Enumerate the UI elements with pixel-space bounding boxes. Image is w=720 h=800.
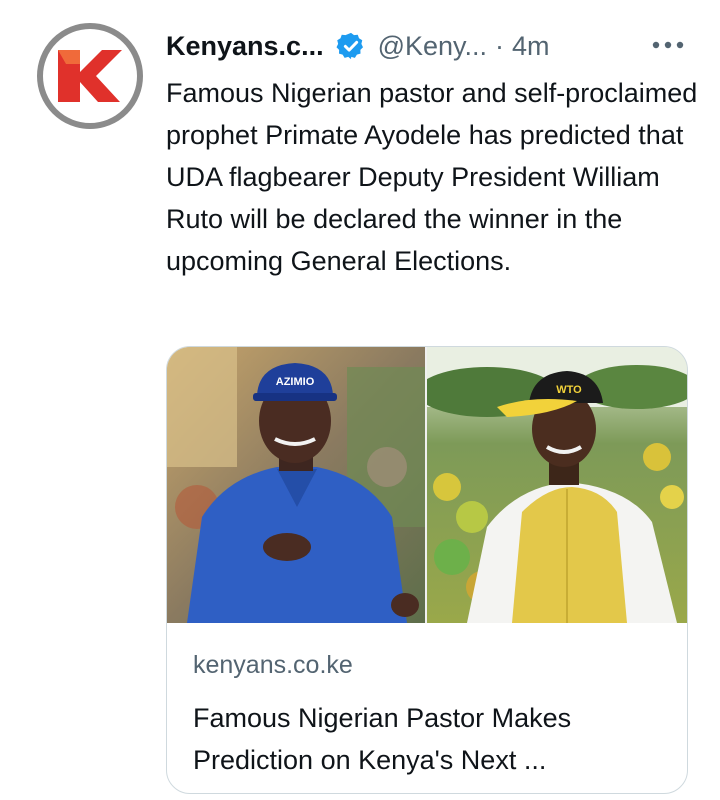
author-name[interactable]: Kenyans.c...	[166, 31, 324, 62]
kenyans-logo-icon	[37, 23, 143, 129]
right-photo: WTO	[427, 347, 687, 623]
verified-badge-icon	[336, 32, 363, 60]
link-preview-card[interactable]: AZIMIO WTO kenyans.co.ke Famous Nigerian…	[166, 346, 688, 794]
author-handle[interactable]: @Keny...	[378, 31, 487, 62]
card-image: AZIMIO WTO	[167, 347, 687, 623]
more-options-icon[interactable]	[648, 30, 688, 60]
left-cap-text: AZIMIO	[276, 376, 315, 388]
tweet-text: Famous Nigerian pastor and self-proclaim…	[166, 78, 698, 276]
tweet-header: Kenyans.c... @Keny... · 4m	[166, 24, 696, 68]
timestamp[interactable]: 4m	[512, 31, 550, 62]
left-photo: AZIMIO	[167, 347, 425, 623]
right-cap-text: WTO	[556, 384, 582, 396]
card-title: Famous Nigerian Pastor Makes Prediction …	[193, 703, 572, 775]
avatar[interactable]	[36, 22, 144, 130]
separator-dot: ·	[495, 30, 505, 61]
card-domain: kenyans.co.ke	[193, 651, 353, 679]
